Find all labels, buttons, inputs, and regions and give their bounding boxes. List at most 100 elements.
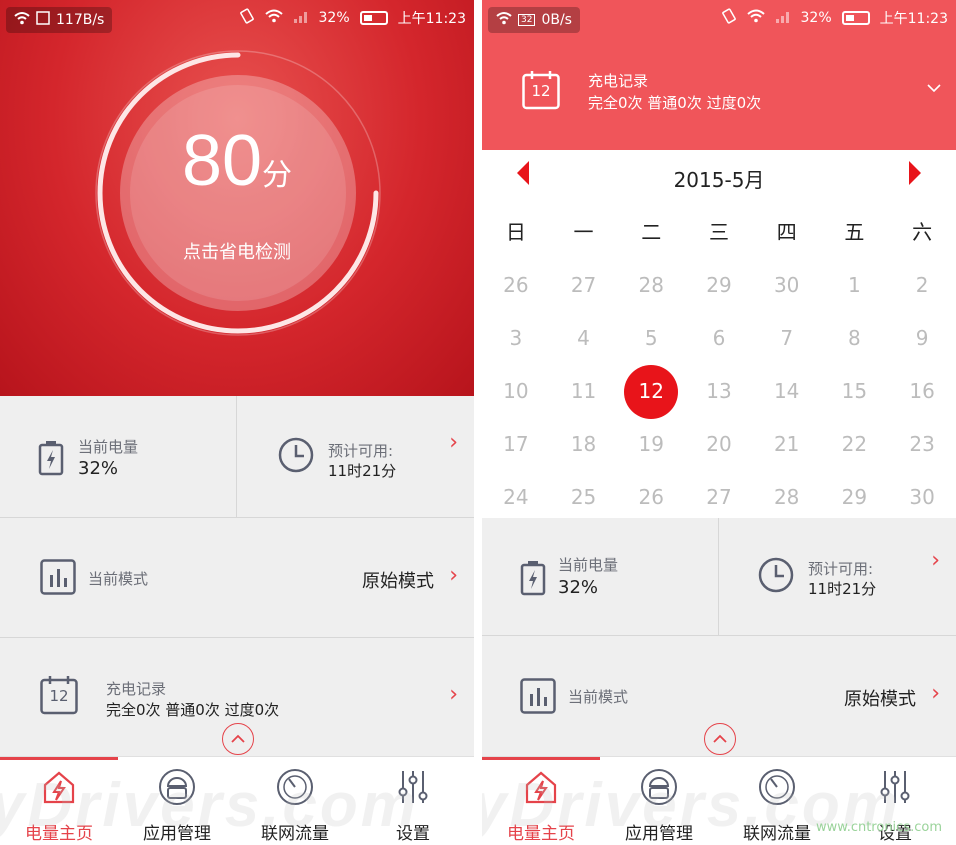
- clock: 上午11:23: [397, 11, 466, 27]
- calendar-day[interactable]: 18: [550, 418, 618, 471]
- charge-calendar: 2015-5月 日一二三四五六 26 27 28 29 30 1 2 3 4 5 6 7 8 9 10 11 12…: [482, 150, 956, 518]
- chevron-up-icon: [231, 734, 245, 743]
- calendar-day[interactable]: 19: [617, 418, 685, 471]
- image-icon: [36, 11, 50, 29]
- calendar-day[interactable]: 11: [550, 365, 618, 418]
- wifi-icon: [14, 11, 30, 29]
- status-bar: 117B/s 32% 上午11:23: [0, 0, 474, 36]
- calendar-day[interactable]: 25: [550, 471, 618, 524]
- chevron-right-icon: ›: [449, 430, 458, 455]
- current-battery-card: 当前电量 32%: [482, 518, 719, 635]
- calendar-day[interactable]: 23: [888, 418, 956, 471]
- calendar-day[interactable]: 29: [685, 259, 753, 312]
- signal-icon: [775, 9, 791, 27]
- chevron-right-icon: ›: [449, 682, 458, 707]
- calendar-day[interactable]: 6: [685, 312, 753, 365]
- battery-score: 80分: [0, 120, 474, 202]
- battery-percent: 32%: [800, 10, 832, 26]
- score-hint[interactable]: 点击省电检测: [0, 238, 474, 264]
- calendar-day[interactable]: 10: [482, 365, 550, 418]
- battery-info-row: 当前电量 32% 预计可用: 11时21分 ›: [482, 518, 956, 636]
- current-battery-value: 32%: [558, 577, 599, 598]
- calendar-day[interactable]: 2: [888, 259, 956, 312]
- calendar-icon-day: 12: [49, 687, 69, 705]
- chevron-right-icon: ›: [449, 563, 458, 588]
- calendar-day[interactable]: 24: [482, 471, 550, 524]
- current-mode-row[interactable]: 当前模式 原始模式 ›: [0, 518, 474, 638]
- calendar-icon: 12: [522, 70, 560, 110]
- network-speed: 0B/s: [541, 12, 572, 28]
- charge-record-title: 充电记录: [588, 72, 649, 90]
- calendar-day[interactable]: 27: [685, 471, 753, 524]
- status-icons: 32% 上午11:23: [721, 8, 948, 28]
- calendar-day[interactable]: 5: [617, 312, 685, 365]
- active-tab-indicator: [0, 757, 118, 760]
- calendar-day[interactable]: 29: [821, 471, 889, 524]
- estimated-time-label: 预计可用:: [328, 442, 394, 460]
- current-mode-value: 原始模式: [844, 689, 916, 710]
- current-mode-label: 当前模式: [88, 570, 149, 588]
- chevron-right-icon: ›: [931, 681, 940, 706]
- signal-icon: [293, 9, 309, 27]
- left-screen: 80分 点击省电检测 117B/s 32% 上午11:23 当前电量 32% 预…: [0, 0, 474, 845]
- right-screen: 12 充电记录 完全0次 普通0次 过度0次 32 0B/s 32% 上午11:…: [482, 0, 956, 845]
- weekday-header: 四: [776, 220, 797, 244]
- current-mode-value: 原始模式: [362, 571, 434, 592]
- calendar-day[interactable]: 3: [482, 312, 550, 365]
- calendar-day[interactable]: 22: [821, 418, 889, 471]
- battery-percent: 32%: [318, 10, 350, 26]
- calendar-day[interactable]: 4: [550, 312, 618, 365]
- estimated-time-value: 11时21分: [808, 580, 877, 598]
- calendar-day[interactable]: 26: [482, 259, 550, 312]
- calendar-day[interactable]: 17: [482, 418, 550, 471]
- calendar-day[interactable]: 21: [753, 418, 821, 471]
- current-battery-label: 当前电量: [558, 556, 619, 574]
- calendar-day[interactable]: 7: [753, 312, 821, 365]
- weekday-header: 日: [505, 220, 526, 244]
- calendar-day[interactable]: 1: [821, 259, 889, 312]
- wifi-icon: [264, 9, 283, 27]
- calendar-day[interactable]: 28: [617, 259, 685, 312]
- expand-up-button[interactable]: [222, 723, 254, 755]
- score-value: 80: [181, 121, 263, 201]
- calendar-day[interactable]: 8: [821, 312, 889, 365]
- battery-charging-icon: [520, 561, 546, 596]
- watermark: yDrivers.com: [0, 771, 419, 840]
- calendar-day[interactable]: 27: [550, 259, 618, 312]
- next-month-button[interactable]: [908, 160, 922, 186]
- weekday-header: 一: [573, 220, 594, 244]
- status-icons: 32% 上午11:23: [239, 8, 466, 28]
- notification-badge: 32: [518, 14, 536, 26]
- network-speed-badge: 32 0B/s: [488, 7, 580, 33]
- estimated-time-card[interactable]: 预计可用: 11时21分 ›: [719, 518, 956, 635]
- chevron-right-icon: ›: [931, 548, 940, 573]
- calendar-day-selected[interactable]: 12: [617, 365, 685, 418]
- charge-record-summary: 完全0次 普通0次 过度0次: [588, 94, 762, 112]
- calendar-day[interactable]: 30: [888, 471, 956, 524]
- calendar-day[interactable]: 30: [753, 259, 821, 312]
- calendar-day[interactable]: 20: [685, 418, 753, 471]
- chevron-up-icon: [713, 734, 727, 743]
- clock-icon: [758, 557, 794, 593]
- weekday-header: 三: [708, 220, 729, 244]
- battery-icon: [359, 11, 388, 25]
- calendar-day[interactable]: 28: [753, 471, 821, 524]
- charge-record-summary: 完全0次 普通0次 过度0次: [106, 701, 280, 719]
- current-battery-value: 32%: [78, 458, 119, 479]
- calendar-day[interactable]: 26: [617, 471, 685, 524]
- weekday-header: 六: [912, 220, 933, 244]
- calendar-day[interactable]: 13: [685, 365, 753, 418]
- status-bar: 32 0B/s 32% 上午11:23: [482, 0, 956, 36]
- expand-up-button[interactable]: [704, 723, 736, 755]
- current-battery-label: 当前电量: [78, 438, 139, 456]
- calendar-day[interactable]: 15: [821, 365, 889, 418]
- battery-icon: [841, 11, 870, 25]
- calendar-day[interactable]: 14: [753, 365, 821, 418]
- battery-charging-icon: [38, 441, 64, 476]
- chevron-down-icon[interactable]: [926, 82, 942, 94]
- bar-chart-icon: [520, 678, 556, 714]
- estimated-time-card[interactable]: 预计可用: 11时21分 ›: [237, 396, 474, 517]
- clock-icon: [278, 437, 314, 473]
- calendar-day[interactable]: 9: [888, 312, 956, 365]
- calendar-day[interactable]: 16: [888, 365, 956, 418]
